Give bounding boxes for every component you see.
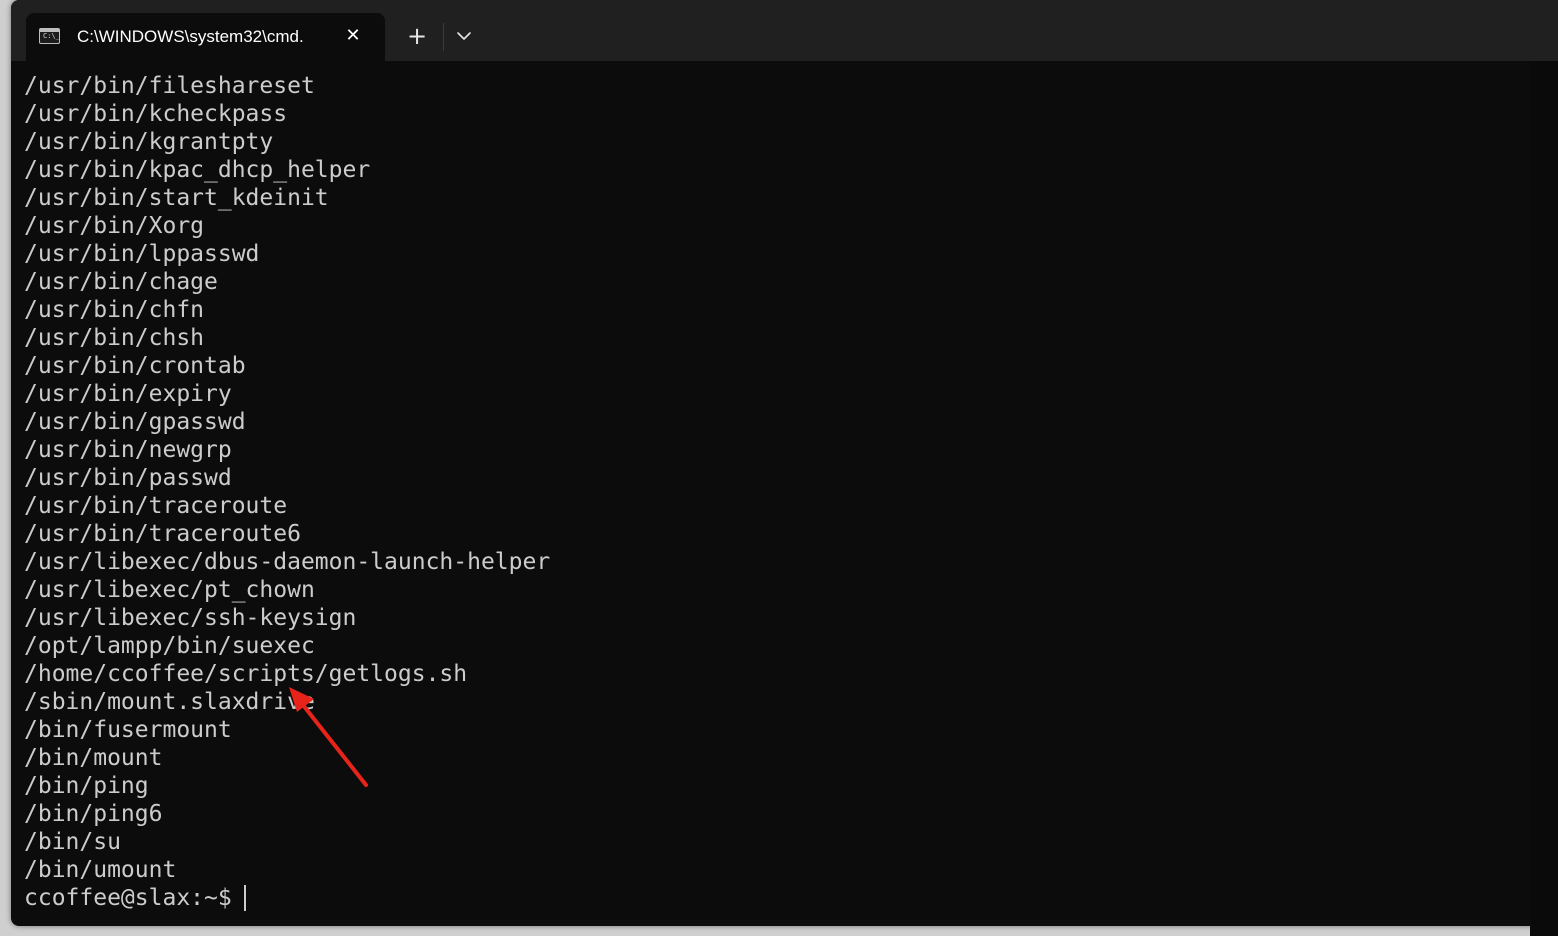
tab-cmd[interactable]: C:\_ C:\WINDOWS\system32\cmd. ✕ bbox=[26, 13, 385, 61]
background-window-edge bbox=[1530, 61, 1558, 936]
terminal-line: /usr/bin/kpac_dhcp_helper bbox=[24, 157, 371, 183]
terminal-line: /usr/bin/passwd bbox=[24, 465, 232, 491]
cmd-icon-glyph: C:\_ bbox=[43, 32, 60, 40]
tab-title: C:\WINDOWS\system32\cmd. bbox=[77, 27, 304, 46]
terminal-line: /bin/mount bbox=[24, 745, 163, 771]
prompt-line[interactable]: ccoffee@slax:~$ bbox=[24, 884, 1544, 912]
terminal-line: /usr/libexec/ssh-keysign bbox=[24, 605, 357, 631]
text-cursor bbox=[243, 885, 246, 911]
terminal-window: C:\_ C:\WINDOWS\system32\cmd. ✕ + /usr/b… bbox=[11, 0, 1558, 926]
close-icon[interactable]: ✕ bbox=[342, 25, 364, 47]
chevron-down-icon[interactable] bbox=[449, 22, 479, 52]
terminal-line: /usr/bin/start_kdeinit bbox=[24, 185, 329, 211]
terminal-line: /bin/fusermount bbox=[24, 717, 232, 743]
terminal-output[interactable]: /usr/bin/fileshareset/usr/bin/kcheckpass… bbox=[24, 72, 1544, 918]
terminal-line: /usr/libexec/pt_chown bbox=[24, 577, 315, 603]
terminal-line: /usr/bin/newgrp bbox=[24, 437, 232, 463]
terminal-line: /usr/bin/lppasswd bbox=[24, 241, 260, 267]
terminal-line: /usr/bin/kcheckpass bbox=[24, 101, 288, 127]
tab-separator bbox=[443, 23, 444, 51]
terminal-line: /usr/bin/expiry bbox=[24, 381, 232, 407]
terminal-line: /usr/libexec/dbus-daemon-launch-helper bbox=[24, 549, 551, 575]
terminal-line: /bin/su bbox=[24, 829, 121, 855]
cmd-app-icon: C:\_ bbox=[39, 28, 60, 44]
terminal-line: /usr/bin/Xorg bbox=[24, 213, 205, 239]
terminal-line: /usr/bin/crontab bbox=[24, 353, 246, 379]
terminal-line: /home/ccoffee/scripts/getlogs.sh bbox=[24, 661, 468, 687]
terminal-line: /opt/lampp/bin/suexec bbox=[24, 633, 315, 659]
terminal-line: /bin/ping6 bbox=[24, 801, 163, 827]
terminal-line: /usr/bin/chsh bbox=[24, 325, 205, 351]
terminal-line: /usr/bin/fileshareset bbox=[24, 73, 315, 99]
terminal-line: /usr/bin/traceroute bbox=[24, 493, 288, 519]
terminal-line: /usr/bin/chfn bbox=[24, 297, 205, 323]
terminal-line: /usr/bin/chage bbox=[24, 269, 218, 295]
terminal-line: /bin/ping bbox=[24, 773, 149, 799]
plus-icon[interactable]: + bbox=[402, 22, 432, 52]
title-bar: C:\_ C:\WINDOWS\system32\cmd. ✕ + bbox=[11, 0, 1558, 61]
terminal-line: /sbin/mount.slaxdrive bbox=[24, 689, 315, 715]
terminal-line: /usr/bin/traceroute6 bbox=[24, 521, 301, 547]
terminal-line: /usr/bin/kgrantpty bbox=[24, 129, 274, 155]
terminal-line: /usr/bin/gpasswd bbox=[24, 409, 246, 435]
shell-prompt: ccoffee@slax:~$ bbox=[24, 885, 232, 911]
terminal-line: /bin/umount bbox=[24, 857, 177, 883]
